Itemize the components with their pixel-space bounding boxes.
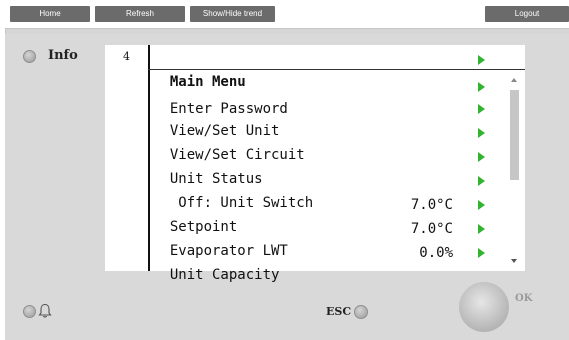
esc-button[interactable] <box>354 305 368 319</box>
alarm-led-button[interactable] <box>23 305 36 318</box>
ok-knob[interactable] <box>459 282 509 332</box>
right-arrow-icon <box>478 104 485 114</box>
logout-button[interactable]: Logout <box>485 6 569 22</box>
right-arrow-icon <box>478 224 485 234</box>
scrollbar-thumb[interactable] <box>510 90 519 180</box>
menu-item-value: 7.0°C <box>410 197 453 213</box>
right-arrow-icon <box>478 176 485 186</box>
menu-item-label: Unit Capacity <box>169 267 280 283</box>
menu-item-unit-status[interactable]: Unit Status <box>153 146 493 187</box>
right-arrow-icon <box>478 248 485 258</box>
menu-item-unit-switch-status[interactable]: Off: Unit Switch <box>153 170 493 211</box>
menu-item-view-set-circuit[interactable]: View/Set Circuit <box>153 122 493 163</box>
menu-item-evaporator-lwt[interactable]: Evaporator LWT 7.0°C <box>153 218 493 259</box>
scroll-down-icon[interactable] <box>511 259 517 263</box>
menu-item-view-set-unit[interactable]: View/Set Unit <box>153 98 493 139</box>
menu-item-setpoint[interactable]: Setpoint 7.0°C <box>153 194 493 235</box>
toolbar: Home Refresh Show/Hide trend Logout <box>0 0 569 28</box>
refresh-button[interactable]: Refresh <box>95 6 185 22</box>
bell-icon[interactable] <box>38 303 52 319</box>
menu-item-value: 7.0°C <box>410 221 453 237</box>
right-arrow-icon <box>478 82 485 92</box>
menu-item-value: 0.0% <box>419 245 453 261</box>
right-arrow-icon <box>478 200 485 210</box>
esc-label: ESC <box>326 305 352 318</box>
menu-title-row: Main Menu <box>153 49 493 90</box>
info-led-button[interactable] <box>23 50 36 63</box>
right-arrow-icon <box>478 128 485 138</box>
scroll-up-icon[interactable] <box>511 78 517 82</box>
menu-item-enter-password[interactable]: Enter Password <box>153 76 493 117</box>
show-hide-trend-button[interactable]: Show/Hide trend <box>190 6 275 22</box>
info-label: Info <box>48 48 78 63</box>
menu-item-unit-capacity[interactable]: Unit Capacity 0.0% <box>153 242 493 283</box>
ok-label: OK <box>515 293 533 304</box>
page-number: 4 <box>123 50 130 63</box>
right-arrow-icon <box>478 55 485 65</box>
home-button[interactable]: Home <box>10 6 90 22</box>
display-divider <box>148 45 150 271</box>
right-arrow-icon <box>478 152 485 162</box>
